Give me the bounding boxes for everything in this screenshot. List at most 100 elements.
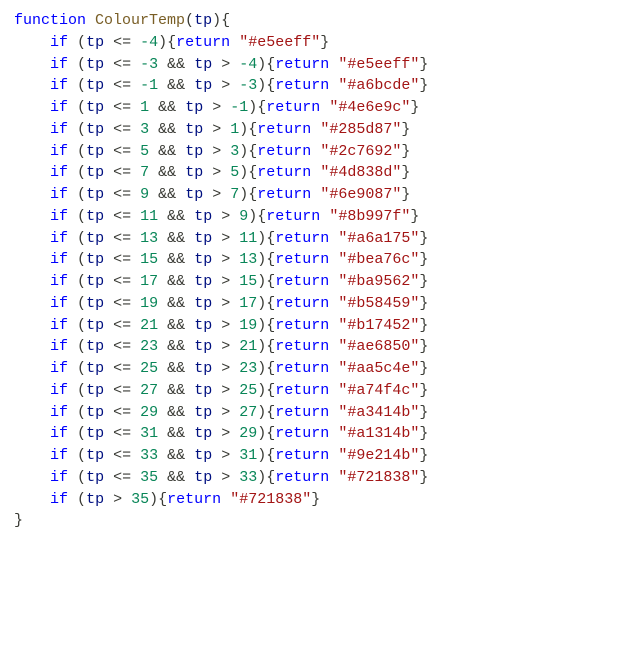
operator-lte: <= [113,273,131,290]
operator-lte: <= [113,208,131,225]
brace-open: { [248,186,257,203]
keyword-if: if [50,34,68,51]
string-literal: "#b17452" [338,317,419,334]
operator-lte: <= [113,56,131,73]
number-literal: 35 [131,491,149,508]
operator-gt: > [221,404,230,421]
brace-open: { [266,230,275,247]
operator-lte: <= [113,338,131,355]
string-literal: "#4e6e9c" [329,99,410,116]
number-literal: 15 [239,273,257,290]
brace-close: } [419,273,428,290]
variable: tp [86,491,104,508]
string-literal: "#2c7692" [320,143,401,160]
operator-gt: > [221,382,230,399]
brace-close: } [419,295,428,312]
keyword-return: return [275,425,329,442]
keyword-if: if [50,56,68,73]
operator-gt: > [221,360,230,377]
paren-close: ) [239,164,248,181]
paren-close: ) [149,491,158,508]
brace-open: { [266,425,275,442]
operator-gt: > [212,99,221,116]
number-literal: 5 [140,143,149,160]
brace-close: } [311,491,320,508]
keyword-return: return [275,295,329,312]
number-literal: 3 [140,121,149,138]
keyword-return: return [275,404,329,421]
brace-close: } [419,338,428,355]
operator-gt: > [212,186,221,203]
keyword-return: return [275,273,329,290]
keyword-if: if [50,317,68,334]
operator-and: && [158,164,176,181]
brace-close: } [419,251,428,268]
code-line: if (tp <= 25 && tp > 23){return "#aa5c4e… [14,358,616,380]
brace-open: { [266,382,275,399]
keyword-if: if [50,186,68,203]
brace-open: { [248,164,257,181]
keyword-return: return [275,56,329,73]
keyword-if: if [50,77,68,94]
brace-open: { [257,99,266,116]
operator-gt: > [221,251,230,268]
variable: tp [86,34,104,51]
keyword-return: return [275,360,329,377]
number-literal: 5 [230,164,239,181]
number-literal: 1 [140,99,149,116]
operator-and: && [167,273,185,290]
keyword-return: return [275,447,329,464]
keyword-if: if [50,164,68,181]
paren-open: ( [77,447,86,464]
operator-gt: > [221,317,230,334]
number-literal: 31 [140,425,158,442]
brace-open: { [257,208,266,225]
variable: tp [86,404,104,421]
paren-close: ) [257,404,266,421]
number-literal: 15 [140,251,158,268]
operator-lte: <= [113,317,131,334]
keyword-return: return [275,77,329,94]
keyword-if: if [50,208,68,225]
keyword-return: return [167,491,221,508]
variable: tp [86,382,104,399]
variable: tp [86,447,104,464]
paren-open: ( [77,317,86,334]
variable: tp [194,230,212,247]
operator-gt: > [221,230,230,247]
keyword-return: return [275,251,329,268]
operator-lte: <= [113,404,131,421]
number-literal: 19 [239,317,257,334]
variable: tp [194,382,212,399]
operator-and: && [167,469,185,486]
operator-gt: > [221,273,230,290]
string-literal: "#b58459" [338,295,419,312]
paren-close: ) [239,186,248,203]
code-line: if (tp <= 1 && tp > -1){return "#4e6e9c"… [14,97,616,119]
operator-and: && [167,208,185,225]
number-literal: 11 [140,208,158,225]
operator-and: && [158,186,176,203]
variable: tp [86,425,104,442]
brace-open: { [221,12,230,29]
code-line: if (tp > 35){return "#721838"} [14,489,616,511]
paren-close: ) [257,251,266,268]
number-literal: -1 [230,99,248,116]
variable: tp [86,77,104,94]
operator-lte: <= [113,99,131,116]
variable: tp [194,338,212,355]
brace-close: } [320,34,329,51]
paren-open: ( [77,469,86,486]
code-line: if (tp <= 7 && tp > 5){return "#4d838d"} [14,162,616,184]
code-line: if (tp <= 9 && tp > 7){return "#6e9087"} [14,184,616,206]
brace-close: } [419,77,428,94]
variable: tp [86,56,104,73]
operator-gt: > [212,143,221,160]
number-literal: 3 [230,143,239,160]
operator-and: && [158,143,176,160]
string-literal: "#a6a175" [338,230,419,247]
keyword-return: return [275,230,329,247]
keyword-if: if [50,447,68,464]
operator-lte: <= [113,34,131,51]
brace-open: { [266,77,275,94]
